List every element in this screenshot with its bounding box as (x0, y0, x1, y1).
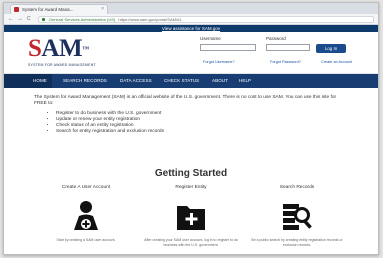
login-button[interactable]: Log In (316, 44, 346, 53)
logo-s: S (28, 35, 42, 62)
back-icon[interactable]: ← (8, 16, 14, 23)
feature-list: Register to do business with the U.S. go… (34, 111, 348, 135)
utility-bar: View assistance for SAM.gov (4, 25, 378, 32)
nav-help[interactable]: HELP (239, 74, 251, 88)
password-field[interactable] (266, 44, 310, 51)
card-text: Start by creating a SAM user account. (56, 238, 116, 242)
site-header: SAM™ SYSTEM FOR AWARD MANAGEMENT Usernam… (4, 32, 378, 74)
register-entity-card[interactable]: Register Entity After creating your SAM … (136, 185, 246, 247)
main-nav: HOME SEARCH RECORDS DATA ACCESS CHECK ST… (4, 74, 378, 88)
forgot-username-link[interactable]: Forgot Username? (203, 60, 235, 64)
user-add-icon[interactable] (71, 200, 101, 232)
card-text: Be a public search by creating entity re… (251, 238, 343, 247)
logo-subtitle: SYSTEM FOR AWARD MANAGEMENT (28, 63, 96, 67)
create-account-card[interactable]: Create A User Account Start by creating … (31, 185, 141, 243)
tab-bar: System for Award Mana... × (4, 3, 378, 14)
search-records-card[interactable]: Search Records Be a public search by cre… (242, 185, 352, 247)
address-bar-row: ← → C General Services Administration (U… (4, 14, 378, 25)
assistance-link[interactable]: View assistance for SAM.gov (162, 26, 220, 31)
browser-window: System for Award Mana... × ← → C General… (3, 2, 379, 255)
forgot-password-link[interactable]: Forgot Password? (270, 60, 301, 64)
create-account-link[interactable]: Create an Account (321, 60, 352, 64)
nav-home[interactable]: HOME (4, 74, 52, 88)
intro-section: The System for Award Management (SAM) is… (4, 88, 378, 135)
card-title: Create A User Account (61, 185, 111, 190)
nav-check-status[interactable]: CHECK STATUS (164, 74, 199, 88)
logo-am: AM (41, 35, 83, 62)
browser-tab[interactable]: System for Award Mana... × (10, 4, 108, 14)
lock-icon (42, 18, 45, 21)
list-item: Search for entity registration and exclu… (56, 129, 348, 135)
card-title: Search Records (279, 185, 315, 190)
favicon-icon (14, 7, 19, 12)
username-label: Username (200, 36, 221, 41)
intro-text: The System for Award Management (SAM) is… (34, 95, 337, 106)
web-page: View assistance for SAM.gov SAM™ SYSTEM … (4, 25, 378, 254)
getting-started-title: Getting Started (154, 168, 228, 179)
nav-search-records[interactable]: SEARCH RECORDS (63, 74, 107, 88)
search-records-icon[interactable] (282, 200, 312, 232)
nav-data-access[interactable]: DATA ACCESS (120, 74, 152, 88)
tab-title: System for Award Mana... (22, 7, 74, 12)
password-label: Password (266, 36, 286, 41)
card-title: Register Entity (175, 185, 207, 190)
nav-about[interactable]: ABOUT (212, 74, 228, 88)
forward-icon[interactable]: → (17, 16, 23, 23)
reload-icon[interactable]: C (27, 16, 31, 23)
folder-add-icon[interactable] (176, 200, 206, 232)
url-text: https://www.sam.gov/portal/SAM/#1 (118, 17, 182, 22)
username-field[interactable] (200, 44, 256, 51)
sam-logo[interactable]: SAM™ SYSTEM FOR AWARD MANAGEMENT (28, 35, 96, 68)
site-identity: General Services Administration (US) (49, 17, 116, 22)
card-text: After creating your SAM user account, lo… (144, 238, 238, 247)
close-tab-icon[interactable]: × (101, 5, 104, 14)
url-input[interactable]: General Services Administration (US) htt… (38, 16, 374, 23)
logo-tm: ™ (82, 45, 89, 53)
